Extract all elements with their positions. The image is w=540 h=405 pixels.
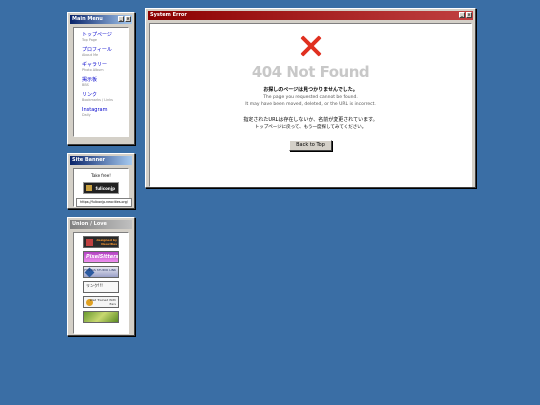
site-banner-title: Site Banner xyxy=(72,157,105,163)
site-banner-window: Site Banner Take free! fuliconjp https:/… xyxy=(67,153,135,209)
error-x-icon xyxy=(300,35,322,57)
main-menu-title: Main Menu xyxy=(72,16,103,22)
minimize-button[interactable]: _ xyxy=(459,12,465,18)
error-content: 404 Not Found お探しのページは見つかりませんでした。 The pa… xyxy=(149,23,472,187)
link-banner-text: designed by Neocities xyxy=(96,238,117,246)
link-banner-text: PixelSitters xyxy=(86,254,119,260)
links-window: Union / Love designed by Neocities Pixel… xyxy=(67,217,135,336)
site-banner-image[interactable]: fuliconjp xyxy=(83,182,119,194)
menu-item-instagram[interactable]: Instagram Daily xyxy=(82,107,124,118)
system-error-title: System Error xyxy=(150,12,187,18)
site-banner-panel: Take free! fuliconjp https://fuliconjp.n… xyxy=(73,168,132,207)
link-banner-link[interactable]: リンク!!! xyxy=(83,281,119,293)
site-banner-titlebar[interactable]: Site Banner xyxy=(70,156,132,165)
error-heading: 404 Not Found xyxy=(251,63,370,81)
menu-item-sublabel: Top Page xyxy=(82,38,98,42)
menu-item-top[interactable]: トップページ Top Page xyxy=(82,32,124,43)
link-banner-neocities[interactable]: designed by Neocities xyxy=(83,236,119,248)
close-button[interactable]: × xyxy=(125,16,131,22)
link-banner-text: FOSTAS STUDIO LINK xyxy=(84,268,116,272)
menu-item-sublabel: Bookmarks / Links xyxy=(82,98,113,102)
minimize-button[interactable]: _ xyxy=(118,16,124,22)
error-message-en2: It may have been moved, deleted, or the … xyxy=(245,102,376,107)
main-menu-list-panel: トップページ Top Page プロフィール About Me ギャラリー Ph… xyxy=(73,27,129,137)
menu-item-profile[interactable]: プロフィール About Me xyxy=(82,47,124,58)
link-banner-ears[interactable]: Wed Trained With Ears xyxy=(83,296,119,308)
system-error-window: System Error _ × 404 Not Found お探しのページは見… xyxy=(145,8,476,188)
menu-item-sublabel: Photo Album xyxy=(82,68,104,72)
menu-item-links[interactable]: リンク Bookmarks / Links xyxy=(82,92,124,103)
links-panel: designed by Neocities PixelSitters FOSTA… xyxy=(73,232,129,334)
menu-item-bbs[interactable]: 掲示板 BBS xyxy=(82,77,124,88)
link-banner-fostas[interactable]: FOSTAS STUDIO LINK xyxy=(83,266,119,278)
link-banner-image[interactable] xyxy=(83,311,119,323)
back-to-top-button[interactable]: Back to Top xyxy=(289,140,332,151)
banner-text: fuliconjp xyxy=(95,185,115,191)
banner-logo-icon xyxy=(86,185,92,191)
link-banner-text: Wed Trained With Ears xyxy=(89,298,116,306)
error-detail-jp1: 指定されたURLは存在しないか、名前が変更されています。 xyxy=(243,117,378,123)
links-titlebar[interactable]: Union / Love xyxy=(70,220,132,229)
error-message-jp: お探しのページは見つかりませんでした。 xyxy=(263,87,358,93)
link-banner-pixelsitters[interactable]: PixelSitters xyxy=(83,251,119,263)
main-menu-window: Main Menu _ × トップページ Top Page プロフィール Abo… xyxy=(67,12,135,145)
banner-url-field[interactable]: https://fuliconjp.neocities.org/ xyxy=(76,198,132,207)
take-free-label: Take free! xyxy=(91,173,111,178)
menu-item-sublabel: About Me xyxy=(82,53,99,57)
menu-item-sublabel: BBS xyxy=(82,83,89,87)
error-message-en1: The page you requested cannot be found. xyxy=(263,95,358,100)
main-menu-titlebar[interactable]: Main Menu _ × xyxy=(70,15,132,24)
link-banner-text: リンク!!! xyxy=(86,283,103,288)
links-title: Union / Love xyxy=(72,221,107,227)
menu-item-sublabel: Daily xyxy=(82,113,91,117)
menu-item-gallery[interactable]: ギャラリー Photo Album xyxy=(82,62,124,73)
system-error-titlebar[interactable]: System Error _ × xyxy=(148,11,473,20)
close-button[interactable]: × xyxy=(466,12,472,18)
error-detail-jp2: トップページに戻って、もう一度探してみてください。 xyxy=(254,125,367,130)
